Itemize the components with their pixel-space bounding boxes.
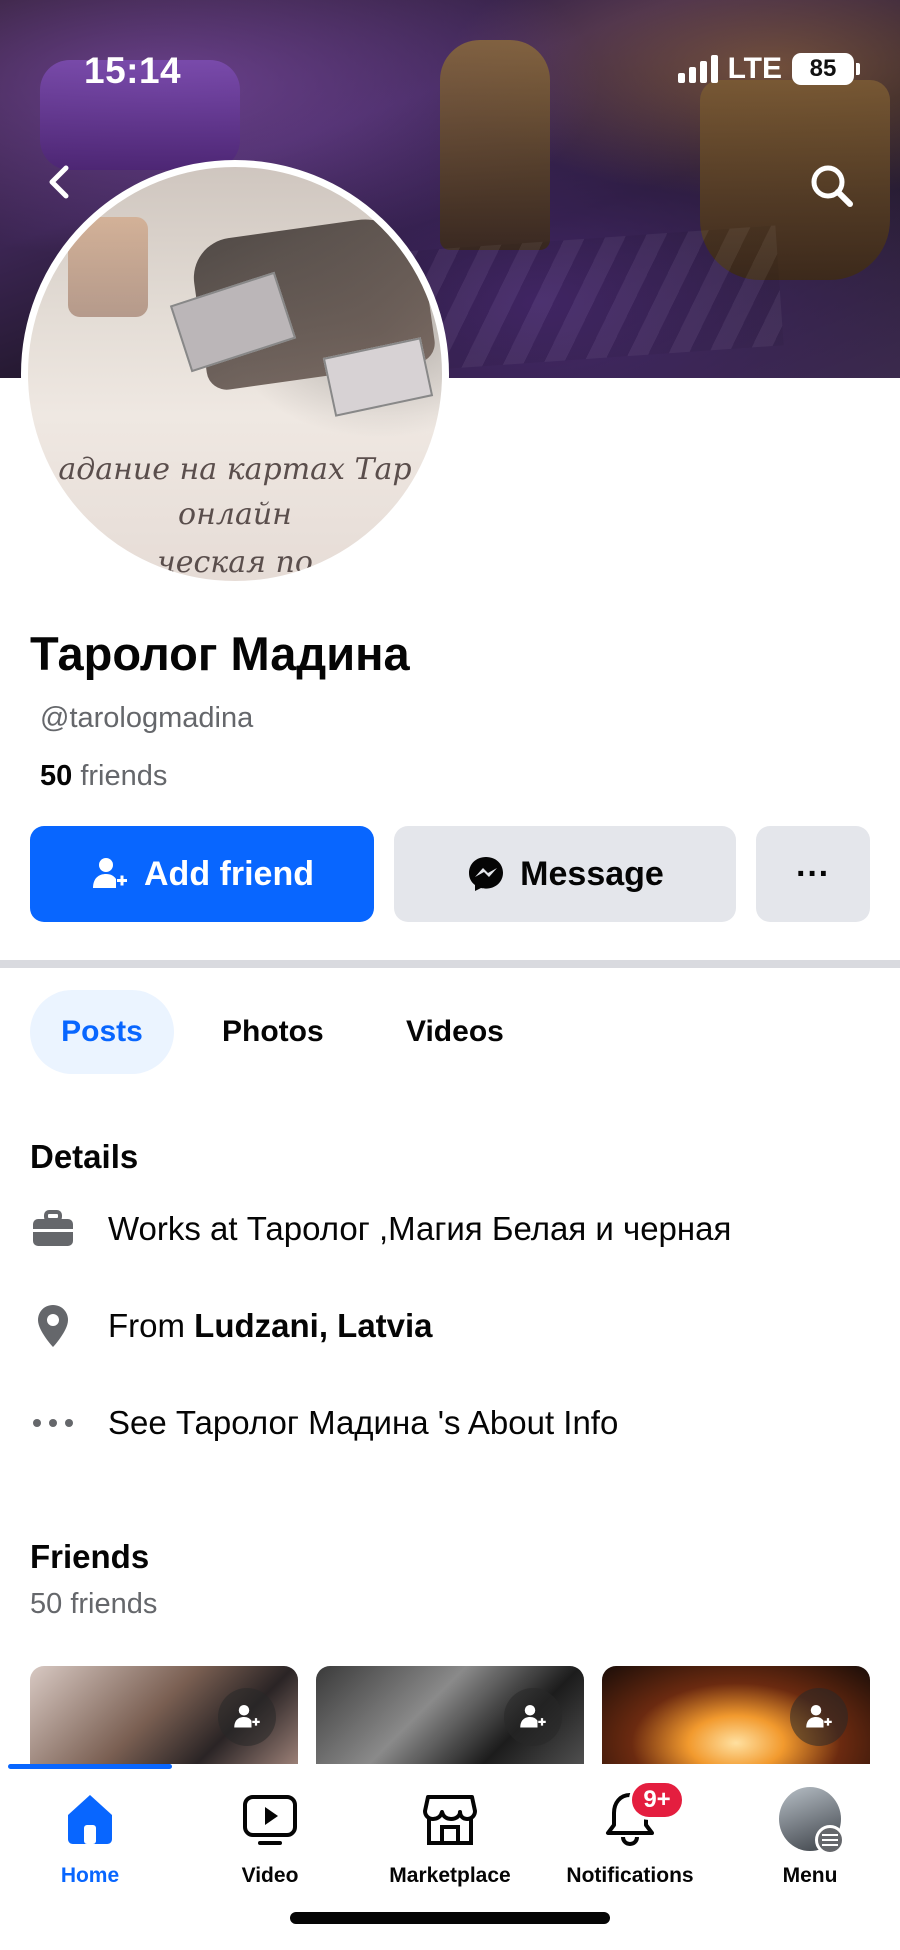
friends-count[interactable]: 50 friends [40, 760, 167, 793]
tab-videos[interactable]: Videos [406, 990, 504, 1074]
detail-from-place: Ludzani, Latvia [194, 1307, 433, 1344]
nav-notifications[interactable]: 9+ Notifications [540, 1780, 720, 1888]
profile-name: Таролог Мадина [30, 627, 410, 680]
location-pin-icon [30, 1303, 76, 1349]
nav-notifications-label: Notifications [566, 1864, 694, 1887]
status-indicators: LTE 85 [677, 52, 860, 86]
detail-work[interactable]: Works at Таролог ,Магия Белая и черная [30, 1206, 731, 1252]
friend-card[interactable] [316, 1666, 584, 1776]
profile-avatar[interactable]: адание на картах Тар онлайн ческая по [21, 160, 449, 588]
nav-video[interactable]: Video [180, 1788, 360, 1888]
detail-from[interactable]: From Ludzani, Latvia [30, 1303, 433, 1349]
friends-count-label: friends [80, 760, 168, 792]
nav-menu[interactable]: Menu [720, 1787, 900, 1888]
search-icon[interactable] [806, 160, 858, 212]
nav-marketplace-label: Marketplace [389, 1864, 511, 1887]
message-button[interactable]: Message [394, 826, 736, 922]
menu-avatar [779, 1787, 845, 1855]
briefcase-icon [30, 1206, 76, 1252]
nav-home[interactable]: Home [0, 1788, 180, 1888]
friend-card[interactable] [602, 1666, 870, 1776]
marketplace-icon [419, 1788, 481, 1850]
add-friend-icon[interactable] [504, 1688, 562, 1746]
battery-icon: 85 [792, 53, 860, 85]
home-indicator-bar[interactable] [290, 1912, 610, 1924]
message-label: Message [520, 854, 664, 893]
network-type: LTE [727, 52, 782, 85]
nav-active-indicator [8, 1764, 172, 1769]
add-friend-icon[interactable] [790, 1688, 848, 1746]
notification-badge: 9+ [629, 1780, 685, 1820]
details-title: Details [30, 1138, 139, 1175]
tab-posts[interactable]: Posts [30, 990, 174, 1074]
tab-photos[interactable]: Photos [222, 990, 324, 1074]
nav-home-label: Home [60, 1864, 120, 1887]
avatar-caption-line: адание на картах Тар [58, 452, 412, 487]
ellipsis-icon [30, 1400, 76, 1446]
section-divider [0, 960, 900, 968]
home-icon [59, 1788, 121, 1850]
battery-level: 85 [809, 55, 837, 82]
bell-icon: 9+ [599, 1780, 685, 1850]
more-options-button[interactable]: ··· [756, 826, 870, 922]
detail-about[interactable]: See Таролог Мадина 's About Info [30, 1400, 618, 1446]
detail-from-prefix: From [108, 1307, 185, 1344]
more-icon: ··· [796, 854, 830, 893]
friends-count-number: 50 [40, 760, 73, 792]
add-person-icon [93, 858, 127, 888]
signal-icon [677, 55, 718, 83]
avatar-glass [68, 217, 148, 317]
friend-card[interactable] [30, 1666, 298, 1776]
nav-video-label: Video [241, 1864, 299, 1887]
avatar-caption-line: онлайн [178, 497, 292, 532]
video-icon [239, 1788, 301, 1850]
friends-title: Friends [30, 1538, 150, 1575]
add-friend-label: Add friend [144, 854, 314, 893]
messenger-icon [469, 857, 504, 891]
detail-about-text: See Таролог Мадина 's About Info [108, 1404, 619, 1441]
nav-menu-label: Menu [782, 1864, 838, 1887]
status-time: 15:14 [84, 50, 182, 91]
user-avatar [779, 1787, 845, 1855]
nav-marketplace[interactable]: Marketplace [360, 1788, 540, 1888]
profile-username: @tarologmadina [40, 702, 254, 734]
add-friend-button[interactable]: Add friend [30, 826, 374, 922]
friends-subtitle: 50 friends [30, 1588, 158, 1620]
add-friend-icon[interactable] [218, 1688, 276, 1746]
cover-candlestick [440, 40, 550, 250]
avatar-caption-line: ческая по [157, 545, 313, 580]
menu-lines-icon [815, 1825, 845, 1855]
detail-work-text: Works at Таролог ,Магия Белая и черная [108, 1210, 732, 1247]
back-icon[interactable] [40, 162, 80, 202]
